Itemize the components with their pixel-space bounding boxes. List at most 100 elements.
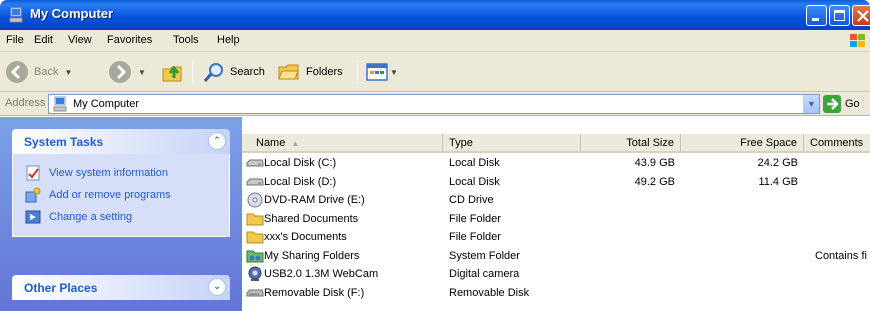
item-name: Local Disk (D:) (264, 175, 337, 188)
go-label: Go (845, 98, 860, 110)
address-dropdown-icon[interactable]: ▼ (803, 95, 819, 113)
hard-disk-icon (246, 178, 264, 185)
file-list: Local Disk (C:) Local Disk 43.9 GB 24.2 … (242, 155, 870, 303)
list-item[interactable]: Local Disk (D:) Local Disk 49.2 GB 11.4 … (242, 174, 870, 193)
item-type: CD Drive (449, 194, 494, 206)
up-folder-button[interactable] (160, 52, 184, 92)
back-arrow-icon (6, 61, 28, 83)
title-bar: My Computer (0, 0, 870, 30)
item-type: Digital camera (449, 268, 520, 280)
address-value: My Computer (73, 98, 140, 110)
list-item[interactable]: Removable Disk (F:) Removable Disk (242, 285, 870, 304)
list-item[interactable]: xxx's Documents File Folder (242, 229, 870, 248)
views-button[interactable]: ▼ (366, 52, 398, 92)
menu-help[interactable]: Help (217, 34, 240, 46)
go-button[interactable]: Go (823, 94, 860, 114)
back-label: Back (34, 66, 59, 78)
my-computer-icon (53, 96, 67, 112)
sharing-folder-icon (246, 250, 264, 262)
task-add-remove-programs[interactable]: Add or remove programs (13, 184, 229, 206)
item-name: USB2.0 1.3M WebCam (264, 268, 379, 280)
item-comments: Contains fi (815, 249, 867, 262)
item-type: File Folder (449, 231, 501, 243)
column-free-space[interactable]: Free Space (681, 134, 804, 152)
add-remove-programs-icon (25, 187, 41, 203)
column-total-size-label: Total Size (626, 137, 674, 149)
search-icon (203, 63, 223, 82)
back-button[interactable]: Back ▼ (5, 52, 72, 92)
views-dropdown-icon[interactable]: ▼ (390, 68, 398, 77)
item-free-space: 11.4 GB (758, 175, 798, 188)
expand-icon[interactable]: ⌄ (208, 278, 226, 296)
other-places-title: Other Places (24, 281, 98, 295)
close-icon (857, 10, 869, 22)
column-comments-label: Comments (810, 137, 864, 149)
menu-bar: File Edit View Favorites Tools Help (0, 30, 870, 52)
item-name: Shared Documents (264, 212, 359, 225)
up-folder-icon (162, 65, 182, 82)
back-dropdown-icon[interactable]: ▼ (64, 68, 72, 77)
item-name: Removable Disk (F:) (264, 286, 365, 299)
go-arrow-icon (823, 95, 841, 113)
removable-disk-icon (246, 289, 264, 296)
collapse-icon[interactable]: ⌃ (208, 132, 226, 150)
task-label: View system information (49, 167, 169, 179)
forward-arrow-icon (109, 61, 131, 83)
sort-ascending-icon: ▲ (291, 139, 300, 148)
close-button[interactable] (852, 5, 870, 26)
item-free-space: 24.2 GB (757, 157, 798, 169)
item-type: Removable Disk (449, 286, 530, 299)
window-title: My Computer (30, 6, 114, 21)
address-input[interactable]: My Computer ▼ (48, 94, 820, 114)
list-item[interactable]: My Sharing Folders System Folder Contain… (242, 248, 870, 267)
menu-view[interactable]: View (68, 34, 92, 46)
column-total-size[interactable]: Total Size (581, 134, 681, 152)
forward-button[interactable]: ▼ (108, 52, 146, 92)
minimize-icon (812, 18, 819, 21)
list-item[interactable]: DVD-RAM Drive (E:) CD Drive (242, 192, 870, 211)
toolbar-separator (357, 60, 358, 84)
toolbar: Back ▼ ▼ Search Folders ▼ (0, 52, 870, 92)
menu-tools[interactable]: Tools (173, 34, 199, 46)
address-label: Address (5, 97, 46, 109)
item-name: xxx's Documents (264, 231, 347, 243)
list-item[interactable]: USB2.0 1.3M WebCam Digital camera (242, 266, 870, 285)
maximize-button[interactable] (829, 5, 850, 26)
webcam-icon (248, 266, 262, 281)
task-label: Change a setting (49, 211, 133, 223)
item-total-size: 43.9 GB (634, 157, 675, 169)
column-comments[interactable]: Comments (804, 134, 870, 152)
address-bar: Address My Computer ▼ Go (0, 92, 870, 116)
file-list-view: Name ▲ Type Total Size Free Space Comment… (242, 117, 870, 311)
column-header-row: Name ▲ Type Total Size Free Space Comment… (242, 134, 870, 153)
folders-button[interactable]: Folders (277, 52, 343, 92)
folders-icon (278, 64, 299, 80)
other-places-header[interactable]: Other Places ⌄ (12, 275, 230, 300)
control-panel-icon (25, 210, 41, 224)
column-type[interactable]: Type (443, 134, 581, 152)
menu-favorites[interactable]: Favorites (107, 34, 152, 46)
item-total-size: 49.2 GB (634, 175, 675, 188)
task-change-setting[interactable]: Change a setting (13, 206, 229, 228)
dvd-drive-icon (247, 192, 263, 208)
views-icon (366, 63, 388, 81)
column-type-label: Type (449, 137, 473, 149)
menu-file[interactable]: File (6, 34, 24, 46)
system-tasks-header[interactable]: System Tasks ⌃ (12, 129, 230, 154)
list-item[interactable]: Shared Documents File Folder (242, 211, 870, 230)
item-name: My Sharing Folders (264, 249, 360, 262)
task-label: Add or remove programs (49, 189, 171, 201)
column-free-space-label: Free Space (740, 137, 797, 149)
forward-dropdown-icon[interactable]: ▼ (138, 68, 146, 77)
column-name[interactable]: Name ▲ (242, 134, 443, 152)
item-name: DVD-RAM Drive (E:) (264, 194, 365, 206)
toolbar-separator (192, 60, 193, 84)
item-type: System Folder (449, 249, 520, 262)
menu-edit[interactable]: Edit (34, 34, 53, 46)
list-item[interactable]: Local Disk (C:) Local Disk 43.9 GB 24.2 … (242, 155, 870, 174)
my-computer-icon (9, 7, 23, 23)
other-places-panel: Other Places ⌄ (12, 275, 230, 300)
search-button[interactable]: Search (203, 52, 265, 92)
task-view-system-information[interactable]: View system information (13, 162, 229, 184)
minimize-button[interactable] (806, 5, 827, 26)
